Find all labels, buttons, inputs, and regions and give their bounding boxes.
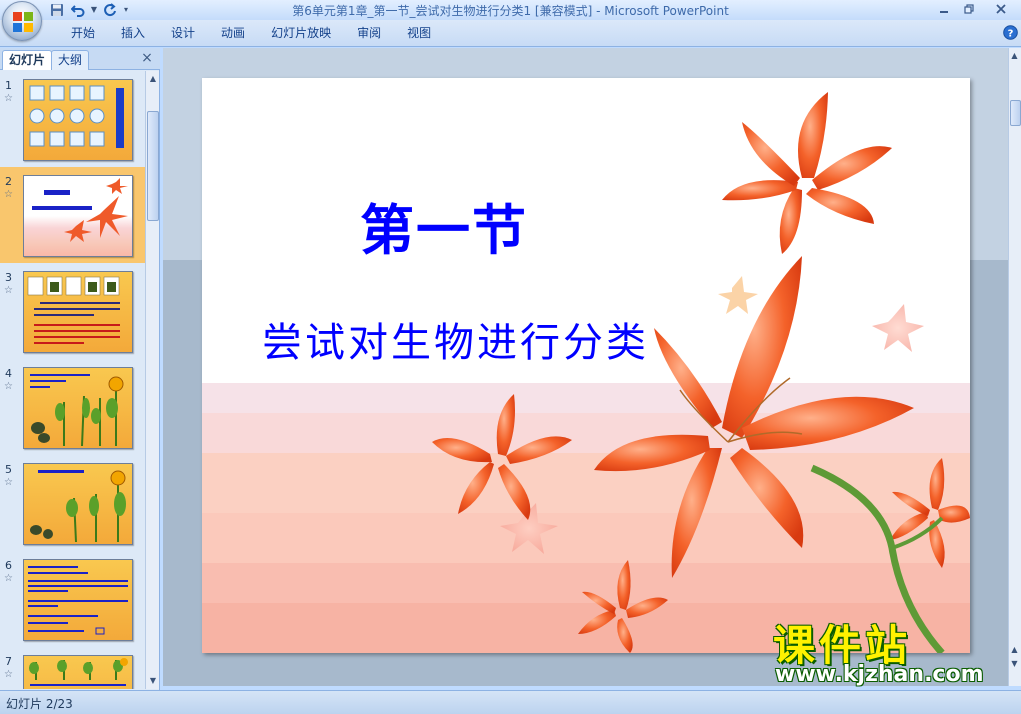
- slide-number: 1: [5, 79, 12, 92]
- slide-thumbnail[interactable]: [23, 463, 133, 545]
- slide-thumbnail-row-selected[interactable]: 2 ☆: [0, 167, 145, 263]
- ribbon-tabs: 开始 插入 设计 动画 幻灯片放映 审阅 视图: [58, 20, 444, 47]
- slide-thumbnail[interactable]: [23, 79, 133, 161]
- slide-thumbnail[interactable]: [23, 175, 133, 257]
- title-bar: 第6单元第1章_第一节_尝试对生物进行分类1 [兼容模式] - Microsof…: [0, 0, 1021, 20]
- window-title: 第6单元第1章_第一节_尝试对生物进行分类1 [兼容模式] - Microsof…: [292, 4, 729, 18]
- close-icon[interactable]: [981, 0, 1021, 18]
- status-bar: 幻灯片 2/23: [0, 690, 1021, 714]
- slide-thumbnail-row[interactable]: 4 ☆: [0, 359, 145, 455]
- slide-number: 6: [5, 559, 12, 572]
- help-icon[interactable]: ?: [1003, 25, 1018, 40]
- svg-text:?: ?: [1008, 29, 1014, 40]
- site-watermark: 课件站 www.kjzhan.com: [773, 612, 1003, 692]
- slide-thumbnail-row[interactable]: 1 ☆: [0, 71, 145, 167]
- slide-thumbnail-row[interactable]: 7 ☆: [0, 647, 145, 689]
- scrollbar-thumb[interactable]: [147, 111, 159, 221]
- slide-thumbnail[interactable]: [23, 271, 133, 353]
- close-pane-icon[interactable]: ×: [140, 51, 154, 65]
- slide-thumbnail[interactable]: [23, 559, 133, 641]
- tab-review[interactable]: 审阅: [344, 20, 394, 47]
- previous-slide-icon[interactable]: ▲: [1009, 644, 1020, 656]
- window-controls: [931, 0, 1021, 20]
- customize-toolbar-icon[interactable]: ▾: [122, 2, 130, 18]
- thumbnails-scrollbar[interactable]: ▲ ▼: [145, 71, 159, 689]
- slide-editing-area: 第一节 尝试对生物进行分类: [163, 48, 1008, 686]
- slide-number: 4: [5, 367, 12, 380]
- slide-subtitle[interactable]: 尝试对生物进行分类: [262, 310, 649, 368]
- main-scrollbar[interactable]: ▲ ▲ ▼: [1008, 48, 1021, 686]
- slide-title[interactable]: 第一节: [360, 186, 528, 265]
- scrollbar-thumb[interactable]: [1010, 100, 1021, 126]
- office-logo-icon: [13, 12, 33, 32]
- minimize-icon[interactable]: [931, 0, 956, 18]
- save-icon[interactable]: [48, 2, 66, 18]
- slide-thumbnail[interactable]: [23, 655, 133, 689]
- restore-icon[interactable]: [956, 0, 981, 18]
- scroll-down-icon[interactable]: ▼: [147, 675, 159, 687]
- tab-slides[interactable]: 幻灯片: [2, 50, 53, 70]
- slide-thumbnail-row[interactable]: 6 ☆: [0, 551, 145, 647]
- slide-thumbnail-list: 1 ☆ 2 ☆ 3 ☆ 4 ☆ 5 ☆ 6 ☆ 7 ☆: [0, 71, 145, 689]
- ribbon-tab-bar: 开始 插入 设计 动画 幻灯片放映 审阅 视图 ?: [0, 20, 1021, 47]
- slide-thumbnail-row[interactable]: 5 ☆: [0, 455, 145, 551]
- tab-outline[interactable]: 大纲: [51, 50, 90, 70]
- slide-number: 2: [5, 175, 12, 188]
- animation-star-icon: ☆: [4, 477, 13, 488]
- slide-number: 5: [5, 463, 12, 476]
- tab-view[interactable]: 视图: [394, 20, 444, 47]
- redo-icon[interactable]: [101, 2, 119, 18]
- slide-indicator: 幻灯片 2/23: [6, 697, 73, 711]
- animation-star-icon: ☆: [4, 93, 13, 104]
- quick-access-toolbar: ▼ ▾: [48, 1, 130, 19]
- slide-number: 3: [5, 271, 12, 284]
- pane-tab-bar: 幻灯片 大纲 ×: [0, 48, 160, 70]
- document-title: 第6单元第1章_第一节_尝试对生物进行分类1 [兼容模式]: [292, 4, 593, 18]
- scroll-up-icon[interactable]: ▲: [147, 73, 159, 85]
- slide-thumbnail[interactable]: [23, 367, 133, 449]
- animation-star-icon: ☆: [4, 189, 13, 200]
- slides-pane: 幻灯片 大纲 × 1 ☆ 2 ☆ 3 ☆ 4 ☆ 5 ☆ 6 ☆ 7 ☆ ▲ ▼: [0, 48, 160, 690]
- slide-number: 7: [5, 655, 12, 668]
- undo-dropdown-icon[interactable]: ▼: [90, 2, 98, 18]
- undo-icon[interactable]: [69, 2, 87, 18]
- animation-star-icon: ☆: [4, 285, 13, 296]
- current-slide[interactable]: 第一节 尝试对生物进行分类: [202, 78, 970, 653]
- slide-thumbnail-row[interactable]: 3 ☆: [0, 263, 145, 359]
- animation-star-icon: ☆: [4, 669, 13, 680]
- tab-insert[interactable]: 插入: [108, 20, 158, 47]
- animation-star-icon: ☆: [4, 573, 13, 584]
- scroll-up-icon[interactable]: ▲: [1009, 50, 1020, 62]
- office-button[interactable]: [2, 1, 42, 41]
- tab-slide-show[interactable]: 幻灯片放映: [258, 20, 344, 47]
- tab-home[interactable]: 开始: [58, 20, 108, 47]
- watermark-url: www.kjzhan.com: [775, 662, 984, 687]
- tab-design[interactable]: 设计: [158, 20, 208, 47]
- next-slide-icon[interactable]: ▼: [1009, 658, 1020, 670]
- tab-animations[interactable]: 动画: [208, 20, 258, 47]
- animation-star-icon: ☆: [4, 381, 13, 392]
- application-name: Microsoft PowerPoint: [604, 4, 729, 18]
